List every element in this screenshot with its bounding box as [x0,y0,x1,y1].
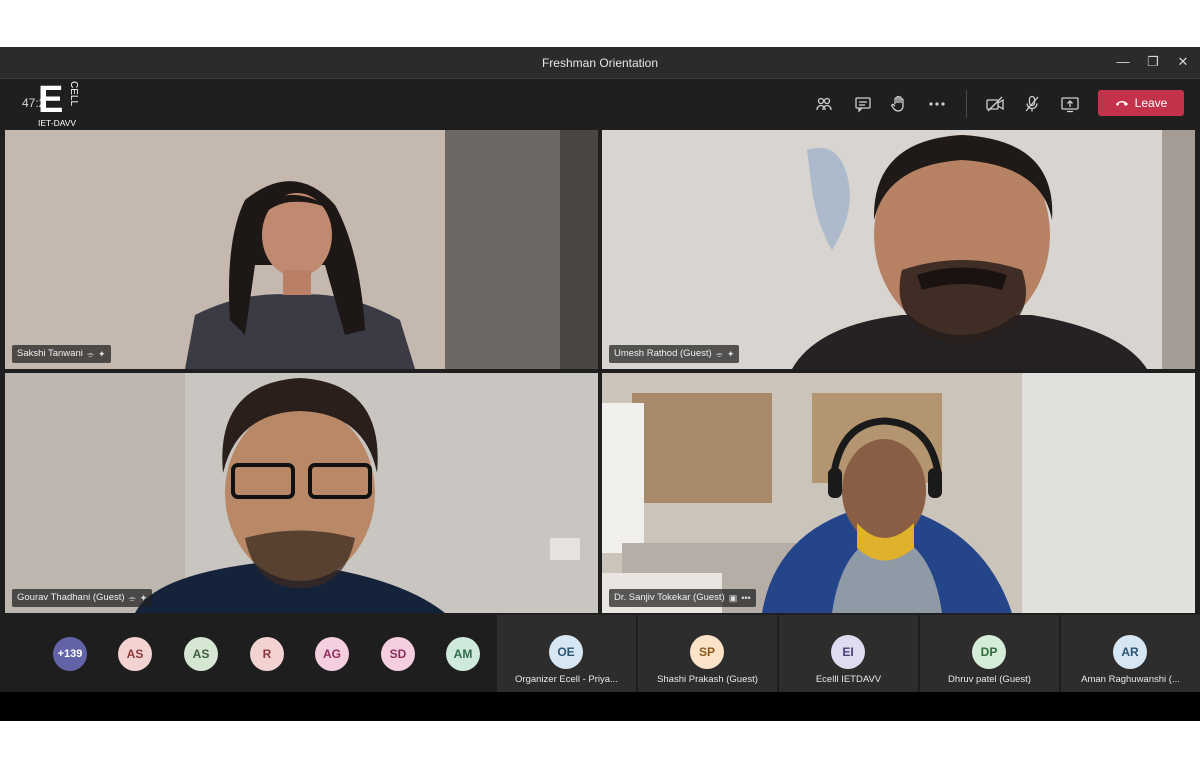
participants-icon[interactable] [813,93,835,115]
participant-avatar[interactable]: AS [184,637,218,671]
video-tile[interactable]: Gourav Thadhani (Guest) ⌯ ✦ [5,373,598,613]
participant-card[interactable]: DP Dhruv patel (Guest) [920,615,1059,692]
mic-off-icon: ⌯ [86,349,95,359]
phone-hangup-icon [1115,101,1128,106]
participant-name: Dr. Sanjiv Tokekar (Guest) [614,592,725,603]
participant-name-tag: Umesh Rathod (Guest) ⌯ ✦ [609,345,740,363]
participant-card[interactable]: EI Ecelll IETDAVV [779,615,918,692]
toolbar-divider [966,90,967,118]
meeting-title: Freshman Orientation [541,56,659,70]
teams-meeting-window: Freshman Orientation — ❐ ✕ 47:2 E CELL I… [0,47,1200,721]
participant-card[interactable]: AR Aman Raghuwanshi (... [1061,615,1200,692]
participant-avatar[interactable]: AS [118,637,152,671]
logo-vertical-text: CELL [68,81,79,106]
restore-icon[interactable]: ❐ [1144,53,1162,71]
leave-label: Leave [1134,96,1168,110]
presenter-icon: ▣ [728,593,738,603]
participant-avatar[interactable]: AM [446,637,480,671]
more-icon[interactable]: ••• [741,589,750,607]
close-icon[interactable]: ✕ [1174,53,1192,71]
participant-card-name: Ecelll IETDAVV [815,674,882,685]
participant-avatar[interactable]: AG [315,637,349,671]
mic-off-icon: ⌯ [715,349,723,359]
chat-icon[interactable] [852,93,874,115]
pin-icon: ✦ [98,349,106,359]
participant-avatar: DP [972,635,1006,669]
participant-card-name: Shashi Prakash (Guest) [657,674,758,685]
minimize-icon[interactable]: — [1114,53,1132,71]
title-bar: Freshman Orientation — ❐ ✕ [0,47,1200,79]
participant-name-tag: Sakshi Tanwani ⌯ ✦ [12,345,111,363]
participant-card[interactable]: SP Shashi Prakash (Guest) [638,615,777,692]
video-tile[interactable]: Dr. Sanjiv Tokekar (Guest) ▣ ••• [602,373,1195,613]
participant-name-tag: Gourav Thadhani (Guest) ⌯ ✦ [12,589,153,607]
participant-avatar[interactable]: SD [381,637,415,671]
video-feed [5,373,598,613]
bottom-bar [0,692,1200,721]
participant-card[interactable]: OE Organizer Ecell - Priya... [497,615,636,692]
participant-name: Umesh Rathod (Guest) [614,348,712,359]
participant-avatar: SP [690,635,724,669]
participant-name: Sakshi Tanwani [17,348,83,359]
mic-off-icon: ⌯ [128,593,136,603]
participant-avatar[interactable]: R [250,637,284,671]
pin-icon: ✦ [139,593,148,603]
logo-letter: E [38,79,63,121]
video-feed [602,130,1195,369]
participant-card-name: Aman Raghuwanshi (... [1081,674,1180,685]
video-tile[interactable]: Sakshi Tanwani ⌯ ✦ [5,130,598,369]
participant-roster: +139 AS AS R AG SD AM OE Organizer Ecell… [0,615,1200,692]
logo-caption: IET-DAVV [38,118,76,128]
share-screen-icon[interactable] [1059,93,1081,115]
participant-name: Gourav Thadhani (Guest) [17,592,125,603]
camera-off-icon[interactable] [984,93,1006,115]
mic-off-icon[interactable] [1021,93,1043,115]
leave-button[interactable]: Leave [1098,90,1184,116]
ecell-logo: E CELL IET-DAVV [38,79,82,129]
meeting-toolbar: 47:2 E CELL IET-DAVV Leave [0,79,1200,129]
participant-avatar: EI [831,635,865,669]
participant-avatar: AR [1113,635,1147,669]
raise-hand-icon[interactable] [888,93,910,115]
participant-name-tag: Dr. Sanjiv Tokekar (Guest) ▣ ••• [609,589,756,607]
video-tile[interactable]: Umesh Rathod (Guest) ⌯ ✦ [602,130,1195,369]
overflow-participants-button[interactable]: +139 [53,637,87,671]
video-feed [602,373,1195,613]
participant-card-name: Organizer Ecell - Priya... [515,674,618,685]
participant-card-name: Dhruv patel (Guest) [948,674,1031,685]
participant-avatar: OE [549,635,583,669]
video-feed [5,130,598,369]
pin-icon: ✦ [726,349,735,359]
more-icon[interactable] [926,93,948,115]
